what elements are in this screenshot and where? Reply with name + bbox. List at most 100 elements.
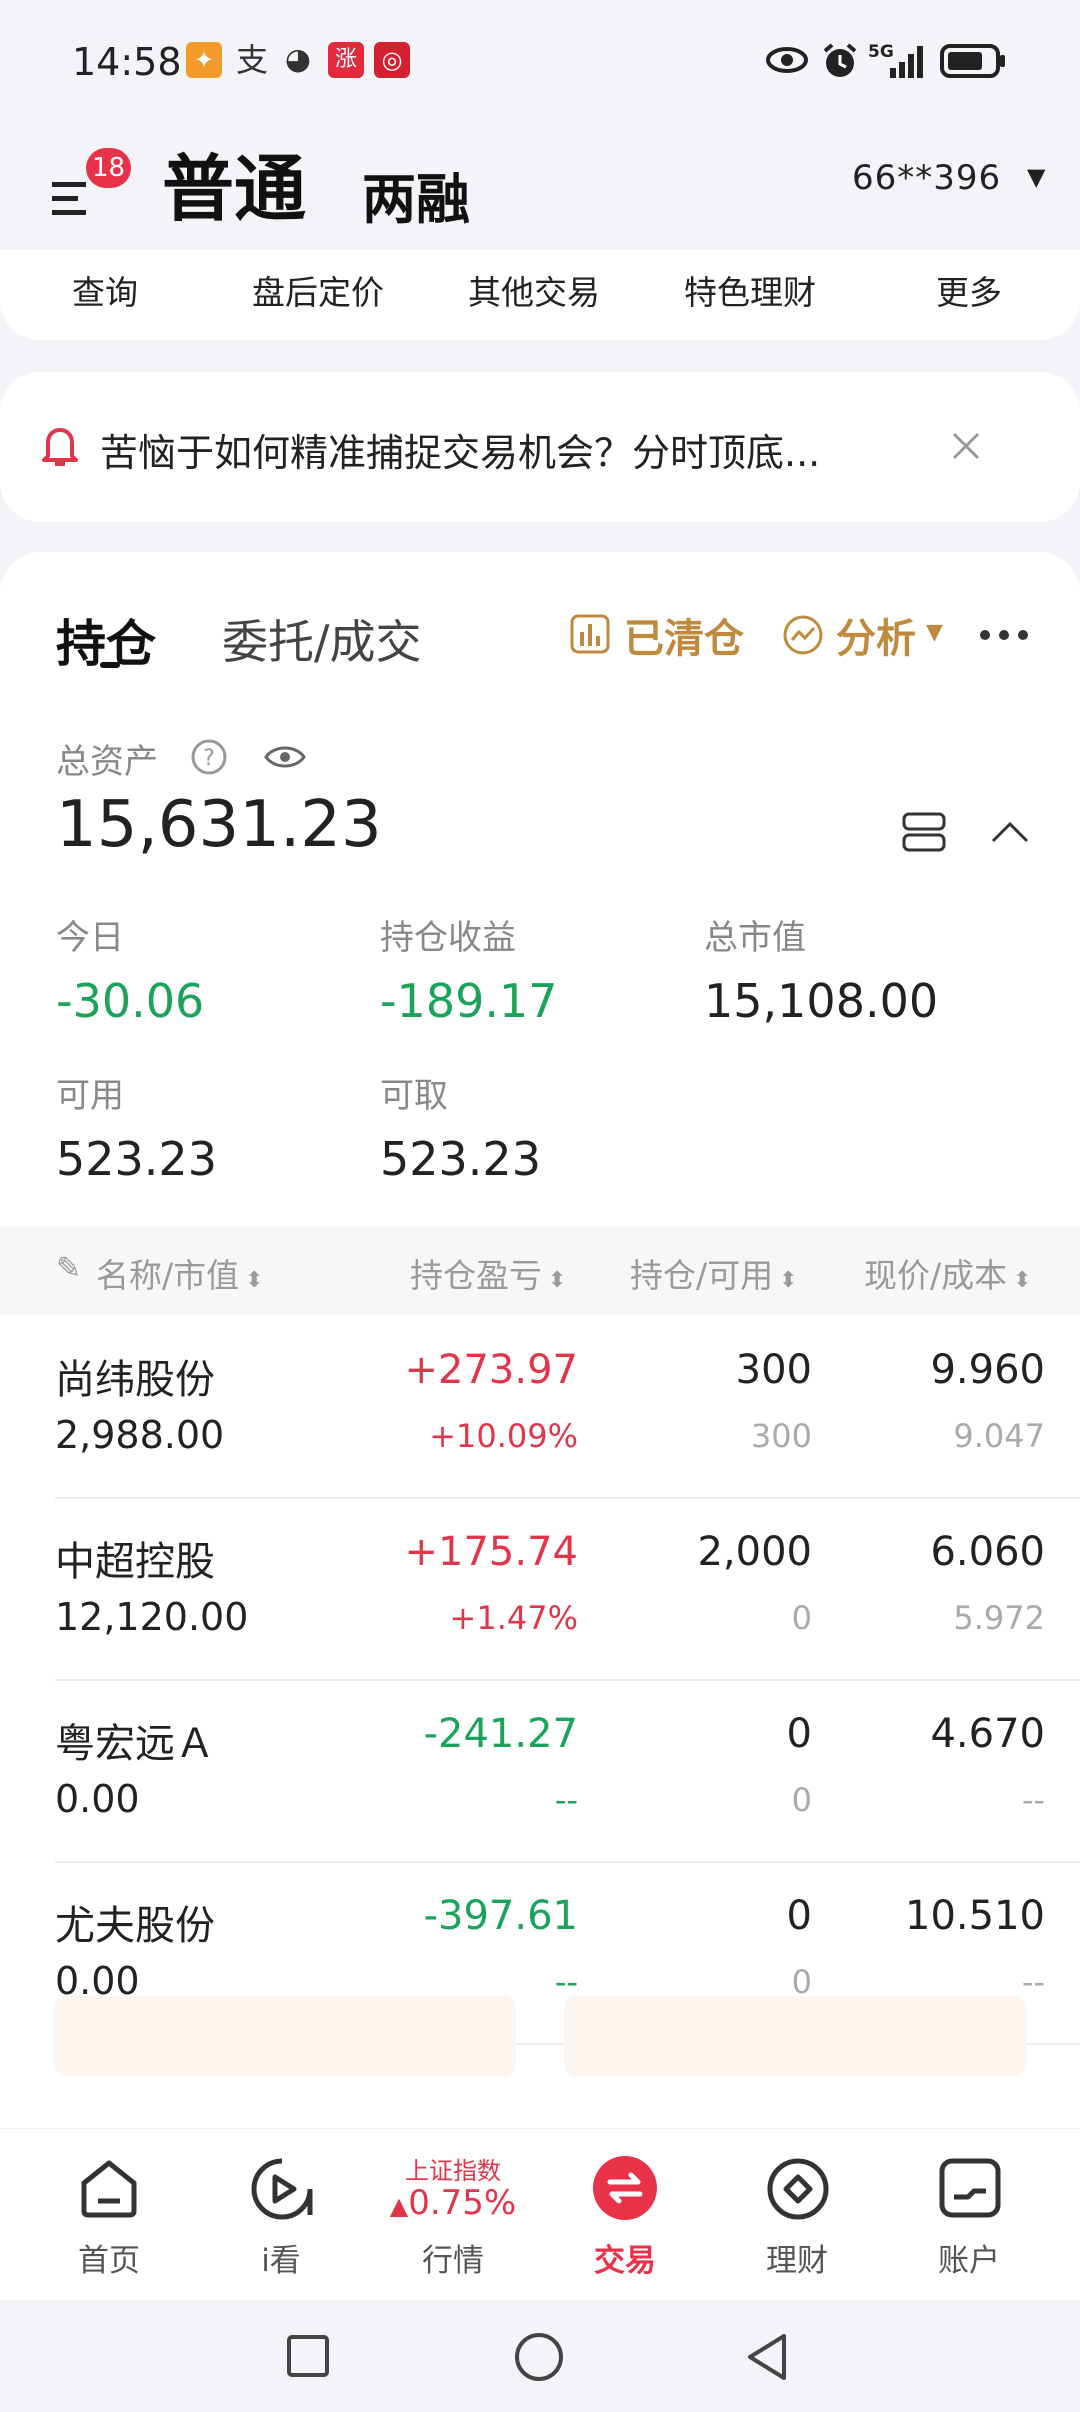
home-icon	[81, 2160, 137, 2218]
nav-trade[interactable]: 交易	[540, 2129, 710, 2301]
layout-toggle-icon[interactable]	[902, 812, 946, 852]
nav-watch-label: i看	[261, 2243, 301, 2279]
batch-buy-button[interactable]	[54, 1996, 516, 2076]
nav-finance[interactable]: 理财	[712, 2129, 882, 2301]
table-row[interactable]: 粤宏远Ａ 0.00 -241.27 -- 0 0 4.670 --	[0, 1681, 1080, 1863]
stock-pl: -397.61	[423, 1893, 578, 1939]
today-pl-value: -30.06	[56, 974, 205, 1028]
up-arrow-icon: ▲	[389, 2192, 409, 2220]
taobao-icon: ✦	[186, 42, 222, 78]
total-assets-label: 总资产	[56, 742, 158, 782]
menu-item-other-trades[interactable]: 其他交易	[468, 266, 600, 314]
sub-menu: 查询 盘后定价 其他交易 特色理财 更多	[0, 250, 1080, 340]
menu-icon	[52, 182, 86, 215]
market-value-value: 15,108.00	[704, 974, 939, 1028]
stock-cost: 5.972	[953, 1599, 1045, 1637]
col-holding-label: 持仓/可用	[630, 1256, 774, 1295]
today-pl-label: 今日	[56, 918, 124, 958]
bar-chart-icon	[570, 614, 610, 654]
stock-holding: 0	[786, 1893, 812, 1939]
back-icon[interactable]	[744, 2332, 790, 2382]
table-row[interactable]: 中超控股 12,120.00 +175.74 +1.47% 2,000 0 6.…	[0, 1499, 1080, 1681]
svg-text:?: ?	[203, 746, 215, 771]
nav-watch[interactable]: i看	[196, 2129, 366, 2301]
account-selector[interactable]: 66**396 ▼	[852, 158, 1046, 198]
stock-name: 尚纬股份	[55, 1357, 215, 1403]
tab-orders[interactable]: 委托/成交	[222, 606, 422, 672]
table-row[interactable]: 尚纬股份 2,988.00 +273.97 +10.09% 300 300 9.…	[0, 1317, 1080, 1499]
stock-pl: +273.97	[404, 1347, 578, 1393]
edit-icon[interactable]: ✎	[56, 1251, 81, 1286]
signal-5g-icon	[890, 46, 923, 78]
analysis-icon	[783, 615, 823, 655]
stock-price: 4.670	[930, 1711, 1045, 1757]
index-change-value: 0.75%	[408, 2183, 517, 2223]
cleared-label: 已清仓	[624, 616, 744, 662]
stock-pl-pct: --	[554, 1781, 578, 1819]
stock-holding: 0	[786, 1711, 812, 1757]
chevron-down-icon: ▼	[926, 620, 943, 645]
notification-badge: 18	[86, 148, 132, 188]
market-value-label: 总市值	[704, 918, 806, 958]
stock-holding: 2,000	[697, 1529, 812, 1575]
nav-account[interactable]: 账户	[884, 2129, 1054, 2301]
sort-icon: ⬍	[245, 1268, 264, 1293]
menu-item-featured-finance[interactable]: 特色理财	[684, 266, 816, 314]
menu-button[interactable]: 18	[52, 148, 132, 230]
system-navigation-bar	[0, 2300, 1080, 2412]
nav-account-label: 账户	[938, 2243, 1000, 2279]
account-icon	[939, 2158, 1001, 2218]
bank-icon: ◎	[374, 42, 410, 78]
menu-item-after-hours[interactable]: 盘后定价	[252, 266, 384, 314]
alipay-icon: 支	[235, 41, 268, 79]
recent-apps-icon[interactable]	[286, 2334, 330, 2378]
home-circle-icon[interactable]	[514, 2332, 564, 2382]
notice-text: 苦恼于如何精准捕捉交易机会？分时顶底...	[100, 431, 821, 475]
available-label: 可用	[56, 1076, 124, 1116]
alarm-icon	[823, 43, 857, 77]
wechat-icon: ◕	[284, 42, 312, 77]
close-icon[interactable]	[950, 430, 982, 462]
tab-normal-account[interactable]: 普通	[162, 130, 306, 235]
stock-pl: +175.74	[404, 1529, 578, 1575]
visibility-eye-icon[interactable]	[264, 742, 306, 772]
bottom-navigation: 首页 i看 上证指数 ▲0.75% 行情 交易 理财 账户	[0, 2128, 1080, 2300]
stock-pl: -241.27	[423, 1711, 578, 1757]
nav-market[interactable]: 上证指数 ▲0.75% 行情	[368, 2129, 538, 2301]
col-price-label: 现价/成本	[864, 1256, 1008, 1295]
index-change: ▲0.75%	[368, 2183, 538, 2223]
nav-finance-label: 理财	[766, 2243, 828, 2279]
eye-icon	[766, 47, 808, 73]
sort-holding-column[interactable]: 持仓/可用 ⬍	[630, 1249, 798, 1297]
col-name-label: 名称/市值	[96, 1256, 240, 1295]
sort-name-column[interactable]: 名称/市值 ⬍	[96, 1249, 264, 1297]
nav-home[interactable]: 首页	[24, 2129, 194, 2301]
sort-price-column[interactable]: 现价/成本 ⬍	[864, 1249, 1032, 1297]
help-icon[interactable]: ?	[190, 738, 228, 776]
batch-sell-button[interactable]	[564, 1996, 1026, 2076]
stock-name: 中超控股	[55, 1539, 215, 1585]
sort-icon: ⬍	[548, 1268, 567, 1293]
nav-trade-label: 交易	[594, 2243, 656, 2279]
chevron-down-icon: ▼	[1026, 163, 1047, 191]
play-icon	[251, 2158, 313, 2220]
stock-cost: --	[1021, 1963, 1045, 2001]
menu-item-more[interactable]: 更多	[936, 266, 1002, 314]
notice-banner[interactable]: 苦恼于如何精准捕捉交易机会？分时顶底...	[0, 372, 1080, 522]
zhang-icon: 涨	[328, 42, 364, 78]
sort-pl-column[interactable]: 持仓盈亏 ⬍	[410, 1249, 566, 1297]
nav-market-label: 行情	[422, 2243, 484, 2279]
chevron-up-icon[interactable]	[990, 820, 1030, 844]
stock-holding: 300	[735, 1347, 812, 1393]
positions-table-header: ✎ 名称/市值 ⬍ 持仓盈亏 ⬍ 持仓/可用 ⬍ 现价/成本 ⬍	[0, 1227, 1080, 1315]
index-name: 上证指数	[405, 2157, 501, 2185]
menu-item-query[interactable]: 查询	[72, 266, 138, 314]
more-options-icon[interactable]	[980, 630, 1030, 644]
finance-icon	[767, 2158, 829, 2220]
tab-margin-account[interactable]: 两融	[362, 155, 470, 234]
trade-icon	[593, 2156, 657, 2220]
holding-pl-label: 持仓收益	[380, 918, 516, 958]
sort-icon: ⬍	[1013, 1268, 1032, 1293]
stock-available: 0	[791, 1599, 812, 1637]
stock-pl-pct: +10.09%	[429, 1417, 578, 1455]
